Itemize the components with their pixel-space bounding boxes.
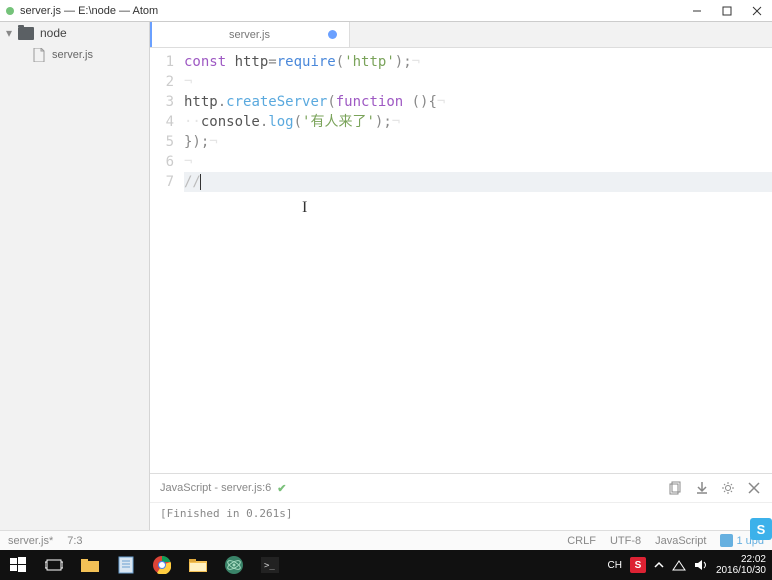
atom-app-icon [6,7,14,15]
close-panel-icon[interactable] [746,480,762,496]
window-title: server.js — E:\node — Atom [20,5,682,17]
file-icon [32,48,46,62]
code-content[interactable]: const http=require('http');¬ ¬ http.crea… [184,48,772,473]
explorer-folder-button[interactable] [180,550,216,580]
file-label: server.js [52,49,93,61]
line-number: 4 [150,112,174,132]
status-bar: server.js* 7:3 CRLF UTF-8 JavaScript 1 u… [0,530,772,550]
folder-icon [80,555,100,575]
terminal-button[interactable]: >_ [252,550,288,580]
token: { [428,94,436,110]
line-number: 1 [150,52,174,72]
svg-text:>_: >_ [264,561,275,571]
build-output: [Finished in 0.261s] [150,502,772,530]
token: 'http' [344,54,395,70]
taskview-icon [44,555,64,575]
line-number: 6 [150,152,174,172]
volume-icon[interactable] [694,559,708,571]
token: createServer [226,94,327,110]
token: ; [403,54,411,70]
gear-icon[interactable] [720,480,736,496]
token: = [268,54,276,70]
folder-icon [18,27,34,40]
token: ( [294,114,302,130]
ime-indicator[interactable]: CH [607,560,621,571]
token: () [412,94,429,110]
token: ( [336,54,344,70]
i-beam-cursor-icon: I [302,198,307,218]
tree-file-item[interactable]: server.js [0,44,149,66]
notepad-icon [116,555,136,575]
terminal-icon: >_ [260,555,280,575]
token: const [184,54,235,70]
chrome-icon [152,555,172,575]
token: . [218,94,226,110]
tab-bar: server.js [150,22,772,48]
tab-label: server.js [229,29,270,41]
line-number: 3 [150,92,174,112]
maximize-button[interactable] [712,0,742,21]
system-tray: CH S 22:02 2016/10/30 [607,554,772,576]
notepad-button[interactable] [108,550,144,580]
taskview-button[interactable] [36,550,72,580]
token: '有人来了' [302,114,375,130]
project-sidebar: ▾ node server.js [0,22,150,530]
folder-open-icon [188,555,208,575]
tree-root-folder[interactable]: ▾ node [0,22,149,44]
token: ) [395,54,403,70]
token: ; [383,114,391,130]
line-number: 2 [150,72,174,92]
token: log [268,114,293,130]
token: http [184,94,218,110]
language-file-indicator[interactable]: JavaScript - server.js:6 [160,482,271,494]
token: ( [327,94,335,110]
tray-chevron-icon[interactable] [654,560,664,570]
status-encoding[interactable]: UTF-8 [610,535,641,547]
clock-date: 2016/10/30 [716,565,766,576]
line-gutter: 1 2 3 4 5 6 7 [150,48,184,473]
squirrel-icon [720,534,733,547]
clock[interactable]: 22:02 2016/10/30 [716,554,766,576]
sogou-ime-icon[interactable]: S [630,557,646,573]
editor-bottom-bar: JavaScript - server.js:6 ✔ [150,473,772,502]
start-button[interactable] [0,550,36,580]
minimize-button[interactable] [682,0,712,21]
status-line-ending[interactable]: CRLF [567,535,596,547]
tab-serverjs[interactable]: server.js [150,22,350,47]
check-icon: ✔ [277,482,286,495]
file-explorer-button[interactable] [72,550,108,580]
windows-taskbar: >_ CH S 22:02 2016/10/30 [0,550,772,580]
status-file[interactable]: server.js* [8,535,53,547]
token: }); [184,134,209,150]
token: http [235,54,269,70]
modified-indicator-icon [328,30,337,39]
windows-icon [8,555,28,575]
token: function [336,94,412,110]
chevron-down-icon: ▾ [6,26,16,40]
line-number: 5 [150,132,174,152]
code-editor[interactable]: 1 2 3 4 5 6 7 const http=require('http')… [150,48,772,473]
chrome-button[interactable] [144,550,180,580]
copy-icon[interactable] [668,480,684,496]
text-cursor [200,174,201,190]
close-button[interactable] [742,0,772,21]
root-folder-label: node [40,26,67,40]
status-language[interactable]: JavaScript [655,535,706,547]
status-cursor-pos[interactable]: 7:3 [67,535,82,547]
token: console [201,114,260,130]
token: require [277,54,336,70]
line-number: 7 [150,172,174,192]
atom-icon [224,555,244,575]
clock-time: 22:02 [716,554,766,565]
network-icon[interactable] [672,559,686,571]
token: // [184,174,201,190]
atom-taskbar-button[interactable] [216,550,252,580]
sogou-floating-icon[interactable]: S [750,518,772,540]
download-icon[interactable] [694,480,710,496]
